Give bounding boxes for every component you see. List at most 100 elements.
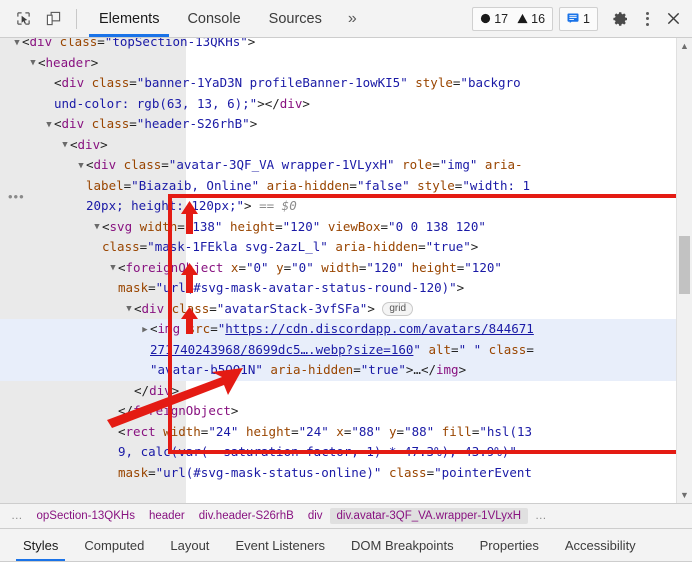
- breadcrumb-item-0[interactable]: opSection-13QKHs: [30, 510, 142, 522]
- elements-tree-panel[interactable]: ••• ▼<div class="topSection-13QKHs">▼<he…: [0, 38, 692, 503]
- inspect-cursor-icon[interactable]: [8, 5, 38, 33]
- breadcrumb-item-3[interactable]: div: [301, 510, 330, 522]
- code-token-punct: =: [129, 116, 137, 131]
- tab-styles[interactable]: Styles: [10, 529, 71, 561]
- twisty-expanded-icon[interactable]: ▼: [108, 258, 118, 278]
- dom-tree-row[interactable]: 20px; height: 120px;"> == $0: [0, 196, 676, 217]
- code-token-attr: height: [238, 424, 291, 439]
- twisty-placeholder: [108, 402, 118, 422]
- twisty-expanded-icon[interactable]: ▼: [12, 38, 22, 53]
- code-token-punct: >: [367, 301, 382, 316]
- twisty-expanded-icon[interactable]: ▼: [44, 115, 54, 135]
- dom-tree-row[interactable]: label="Biazaib, Online" aria-hidden="fal…: [0, 176, 676, 197]
- twisty-placeholder: [140, 340, 150, 360]
- twisty-expanded-icon[interactable]: ▼: [60, 135, 70, 155]
- dom-tree-row[interactable]: </div>: [0, 381, 676, 402]
- dom-tree-row[interactable]: ▼<svg width="138" height="120" viewBox="…: [0, 217, 676, 238]
- dom-tree-row[interactable]: ▶<img src="https://cdn.discordapp.com/av…: [0, 319, 676, 340]
- twisty-placeholder: [108, 443, 118, 463]
- dom-tree-row[interactable]: und-color: rgb(63, 13, 6);"></div>: [0, 94, 676, 115]
- code-token-val: "img": [440, 157, 478, 172]
- code-token-link[interactable]: https://cdn.discordapp.com/avatars/84467…: [225, 321, 534, 336]
- tab-computed[interactable]: Computed: [71, 529, 157, 561]
- dom-tree-row[interactable]: "avatar-b5OQ1N" aria-hidden="true">…</im…: [0, 360, 676, 381]
- dom-tree-row[interactable]: mask="url(#svg-mask-status-online)" clas…: [0, 463, 676, 484]
- twisty-expanded-icon[interactable]: ▼: [28, 53, 38, 73]
- dom-tree-row[interactable]: ▼<div class="avatar-3QF_VA wrapper-1VLyx…: [0, 155, 676, 176]
- dom-tree-row[interactable]: ▼<div class="topSection-13QKHs">: [0, 38, 676, 53]
- breadcrumb-overflow-right[interactable]: …: [528, 510, 554, 522]
- twisty-expanded-icon[interactable]: ▼: [92, 217, 102, 237]
- dom-tree-row[interactable]: <div class="banner-1YaD3N profileBanner-…: [0, 73, 676, 94]
- dom-tree-row[interactable]: ▼<div class="header-S26rhB">: [0, 114, 676, 135]
- dom-tree-row[interactable]: ▼<div class="avatarStack-3vfSFa"> grid: [0, 299, 676, 320]
- dom-tree-row[interactable]: 9, calc(var(--saturation-factor, 1) * 47…: [0, 442, 676, 463]
- code-token-attr: aria-: [477, 157, 522, 172]
- tab-sources[interactable]: Sources: [255, 0, 336, 37]
- code-token-tag: foreignObject: [126, 260, 224, 275]
- tab-console[interactable]: Console: [173, 0, 254, 37]
- code-token-attr: y: [269, 260, 284, 275]
- code-token-punct: =: [427, 465, 435, 480]
- twisty-placeholder: [124, 381, 134, 401]
- dom-tree-row[interactable]: 271740243968/8699dc5….webp?size=160" alt…: [0, 340, 676, 361]
- scroll-down-arrow[interactable]: ▼: [677, 487, 692, 503]
- code-token-val: "Biazaib, Online": [131, 178, 259, 193]
- tab-event-listeners[interactable]: Event Listeners: [222, 529, 338, 561]
- code-token-tag: img: [158, 321, 181, 336]
- breadcrumb-overflow-left[interactable]: …: [4, 510, 30, 522]
- tab-accessibility[interactable]: Accessibility: [552, 529, 649, 561]
- message-counter[interactable]: 1: [559, 7, 598, 31]
- twisty-placeholder: [108, 422, 118, 442]
- code-token-punct: >: [250, 116, 258, 131]
- code-token-attr: width: [156, 424, 201, 439]
- breadcrumb[interactable]: …opSection-13QKHsheaderdiv.header-S26rhB…: [0, 503, 692, 529]
- code-token-punct: =: [349, 178, 357, 193]
- error-count-label: 17: [494, 12, 508, 26]
- breadcrumb-item-2[interactable]: div.header-S26rhB: [192, 510, 301, 522]
- scroll-up-arrow[interactable]: ▲: [677, 38, 692, 54]
- dom-tree[interactable]: ▼<div class="topSection-13QKHs">▼<header…: [0, 38, 676, 503]
- warning-counter[interactable]: 16: [517, 12, 545, 26]
- dom-tree-row[interactable]: </foreignObject>: [0, 401, 676, 422]
- breadcrumb-item-4[interactable]: div.avatar-3QF_VA.wrapper-1VLyxH: [330, 508, 529, 524]
- twisty-expanded-icon[interactable]: ▼: [124, 299, 134, 319]
- code-token-attr: y: [381, 424, 396, 439]
- more-tabs-icon[interactable]: »: [336, 0, 369, 37]
- sidebar-tabs[interactable]: StylesComputedLayoutEvent ListenersDOM B…: [0, 529, 692, 562]
- code-token-punct: =: [291, 424, 299, 439]
- tab-layout[interactable]: Layout: [157, 529, 222, 561]
- code-token-tag: div: [62, 116, 85, 131]
- gear-icon[interactable]: [608, 5, 634, 33]
- code-token-tag: div: [30, 38, 53, 49]
- dom-tree-row[interactable]: ▼<header>: [0, 53, 676, 74]
- tab-elements[interactable]: Elements: [85, 0, 173, 37]
- code-token-link[interactable]: 271740243968/8699dc5….webp?size=160: [150, 342, 413, 357]
- dom-tree-row[interactable]: ▼<foreignObject x="0" y="0" width="120" …: [0, 258, 676, 279]
- tab-properties[interactable]: Properties: [467, 529, 552, 561]
- device-toolbar-icon[interactable]: [38, 5, 68, 33]
- code-token-val: "width: 1: [462, 178, 530, 193]
- twisty-collapsed-icon[interactable]: ▶: [140, 320, 150, 340]
- dom-tree-row[interactable]: ▼<div>: [0, 135, 676, 156]
- close-icon[interactable]: [660, 5, 686, 33]
- scrollbar-thumb[interactable]: [679, 236, 690, 294]
- kebab-menu-icon[interactable]: [634, 5, 660, 33]
- twisty-placeholder: [108, 463, 118, 483]
- code-token-val: "avatarStack-3vfSFa": [217, 301, 368, 316]
- breadcrumb-item-1[interactable]: header: [142, 510, 192, 522]
- tab-dom-breakpoints[interactable]: DOM Breakpoints: [338, 529, 467, 561]
- code-token-tag: div: [94, 157, 117, 172]
- grid-badge[interactable]: grid: [382, 302, 413, 316]
- dom-tree-row[interactable]: mask="url(#svg-mask-avatar-status-round-…: [0, 278, 676, 299]
- error-counter[interactable]: 17: [480, 12, 508, 26]
- twisty-expanded-icon[interactable]: ▼: [76, 156, 86, 176]
- dom-tree-row[interactable]: <rect width="24" height="24" x="88" y="8…: [0, 422, 676, 443]
- issue-counters[interactable]: 17 16: [472, 7, 553, 31]
- code-token-val: "true": [361, 362, 406, 377]
- code-token-attr: fill: [434, 424, 472, 439]
- dom-tree-row[interactable]: class="mask-1FEkla svg-2azL_l" aria-hidd…: [0, 237, 676, 258]
- tree-scrollbar[interactable]: ▲ ▼: [676, 38, 692, 503]
- code-token-attr: alt: [421, 342, 451, 357]
- code-token-punct: =: [209, 301, 217, 316]
